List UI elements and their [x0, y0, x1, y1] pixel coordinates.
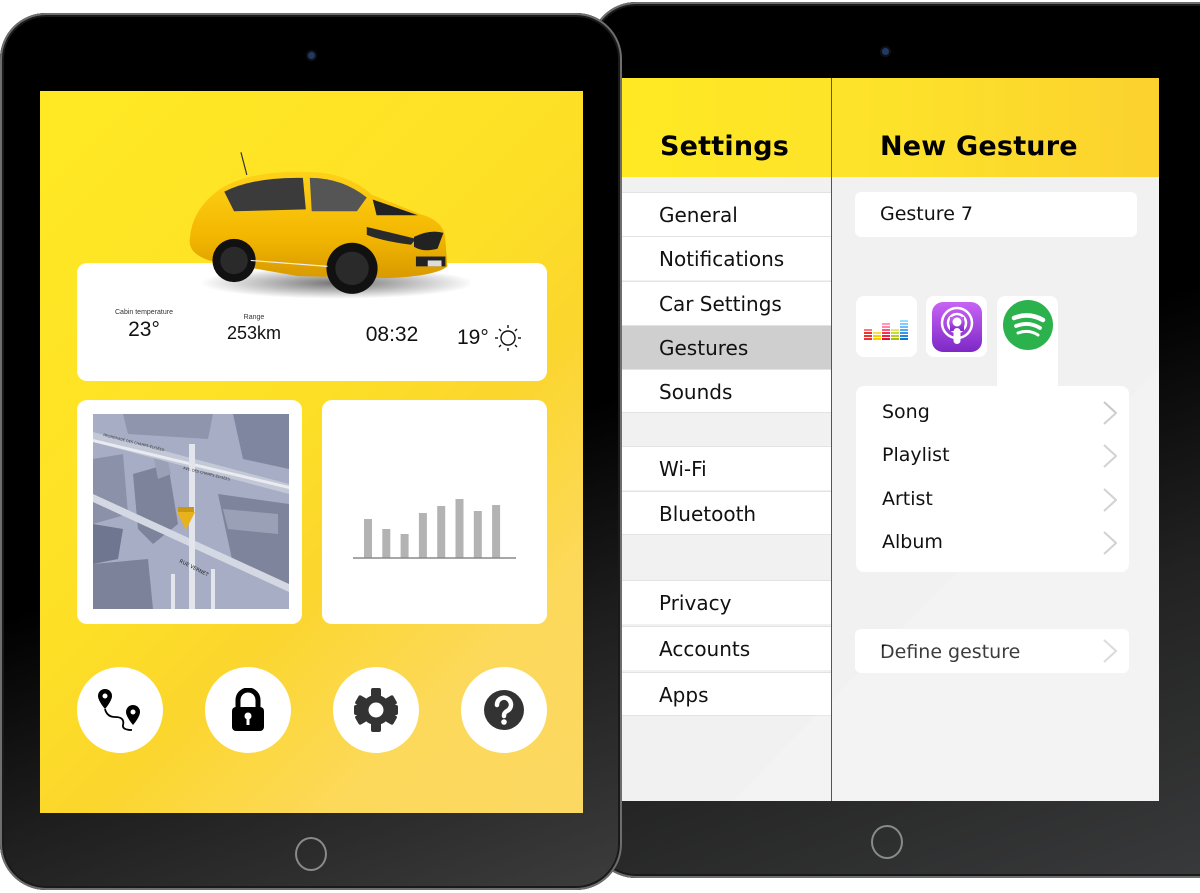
padlock-icon: [232, 688, 264, 731]
option-song[interactable]: Song: [856, 391, 1129, 434]
clock-value: 08:32: [365, 323, 419, 346]
option-album-label: Album: [882, 531, 943, 553]
app-option-podcasts[interactable]: [926, 296, 987, 357]
settings-item-accounts[interactable]: Accounts: [622, 626, 831, 670]
header-bar: Settings New Gesture: [622, 78, 1159, 177]
chart-bar: [400, 534, 409, 558]
settings-item-notifications[interactable]: Notifications: [622, 236, 831, 280]
lock-button[interactable]: [205, 667, 291, 753]
chart-bar: [418, 513, 427, 558]
settings-item-sounds[interactable]: Sounds: [622, 369, 831, 413]
range: Range 253km: [209, 314, 299, 344]
cabin-temperature-value: 23°: [128, 318, 160, 341]
chevron-right-icon: [1103, 488, 1117, 512]
option-album[interactable]: Album: [856, 521, 1129, 564]
question-icon: [484, 690, 524, 730]
settings-button[interactable]: [333, 667, 419, 753]
cabin-temperature-label: Cabin temperature: [115, 309, 173, 316]
map-view[interactable]: RUE VERNET AVE. DES CHAMPS-ÉLYSÉES PROME…: [93, 414, 289, 609]
help-button[interactable]: [461, 667, 547, 753]
settings-item-general[interactable]: General: [622, 192, 831, 236]
chart-bar: [492, 505, 501, 558]
gear-icon: [354, 688, 398, 732]
option-playlist[interactable]: Playlist: [856, 434, 1129, 477]
chart-bar: [455, 499, 464, 558]
chevron-right-icon: [1103, 401, 1117, 425]
chart-tile[interactable]: [322, 400, 547, 624]
settings-screen: Settings New Gesture General Notificatio…: [622, 78, 1159, 801]
settings-title: Settings: [660, 131, 790, 162]
settings-item-bluetooth[interactable]: Bluetooth: [622, 491, 831, 535]
chevron-right-icon: [1103, 444, 1117, 468]
settings-item-apps[interactable]: Apps: [622, 672, 831, 716]
chevron-right-icon: [1103, 531, 1117, 555]
podcasts-icon: [931, 301, 982, 352]
app-option-deezer[interactable]: [856, 296, 917, 357]
front-camera: [882, 48, 889, 55]
chart-bar: [364, 519, 372, 558]
playback-options-card: Song Playlist Artist Album: [856, 386, 1129, 572]
chart-bar: [437, 506, 446, 558]
location-marker-label: [178, 507, 194, 512]
map-tile[interactable]: RUE VERNET AVE. DES CHAMPS-ÉLYSÉES PROME…: [77, 400, 302, 624]
settings-item-wifi[interactable]: Wi-Fi: [622, 446, 831, 490]
outside-temperature: 19°: [457, 326, 489, 349]
route-pins-icon: [98, 689, 140, 731]
sun-icon: [494, 325, 521, 351]
spotify-icon: [1002, 300, 1053, 350]
option-artist-label: Artist: [882, 488, 933, 510]
settings-item-privacy[interactable]: Privacy: [622, 580, 831, 624]
route-button[interactable]: [77, 667, 163, 753]
cabin-temperature: Cabin temperature 23°: [99, 309, 189, 342]
deezer-icon: [863, 319, 908, 340]
pane-divider: [831, 78, 832, 801]
range-label: Range: [243, 314, 265, 321]
home-button-right[interactable]: [871, 825, 903, 859]
home-button-left[interactable]: [295, 837, 327, 871]
option-playlist-label: Playlist: [882, 444, 950, 466]
weather: 19°: [457, 323, 537, 353]
clock: 08:32: [347, 323, 437, 347]
chart-bar: [473, 511, 482, 558]
gesture-name-field[interactable]: Gesture 7: [855, 192, 1137, 237]
settings-item-gestures[interactable]: Gestures: [622, 325, 831, 369]
option-song-label: Song: [882, 401, 930, 423]
chart-bar: [382, 529, 391, 558]
define-gesture-button[interactable]: Define gesture: [855, 629, 1129, 673]
front-camera: [308, 52, 315, 59]
range-value: 253km: [226, 323, 282, 343]
settings-item-car-settings[interactable]: Car Settings: [622, 281, 831, 325]
new-gesture-title: New Gesture: [880, 131, 1078, 162]
option-artist[interactable]: Artist: [856, 478, 1129, 521]
dashboard-screen: Cabin temperature 23° Range 253km 08:32 …: [40, 91, 583, 813]
chevron-right-icon: [1103, 639, 1117, 663]
car-image: [189, 152, 470, 299]
bar-chart: [353, 499, 516, 559]
define-gesture-label: Define gesture: [880, 641, 1021, 663]
